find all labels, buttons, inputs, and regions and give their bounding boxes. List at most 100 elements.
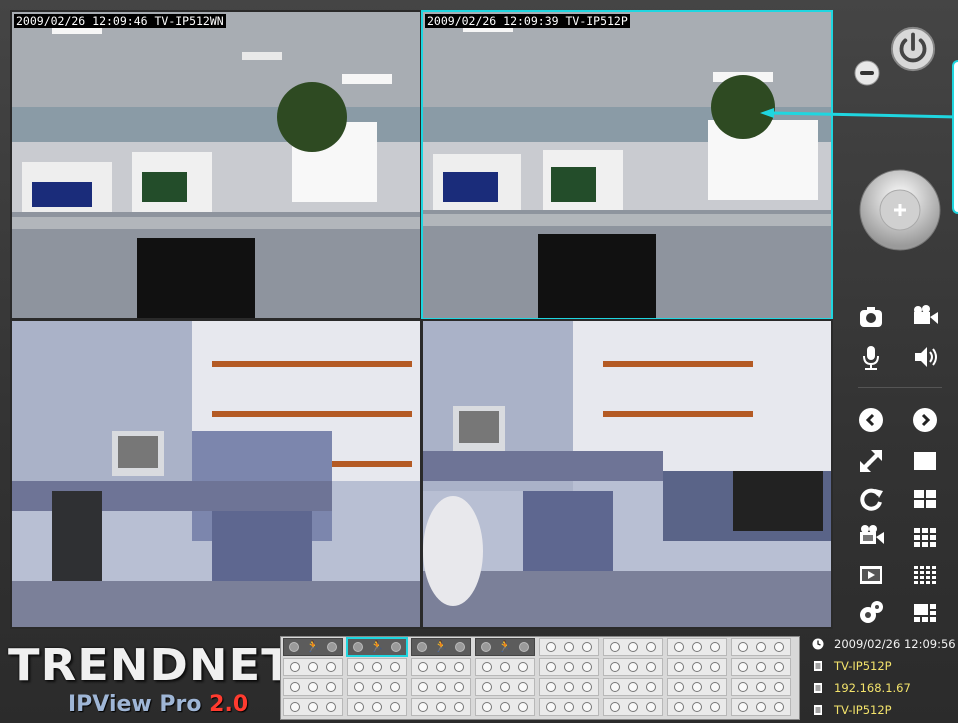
playback-button[interactable] [856, 522, 886, 552]
channel-slot[interactable] [603, 658, 663, 676]
channel-slot[interactable] [411, 658, 471, 676]
channel-dot-icon [610, 682, 620, 692]
channel-slot[interactable] [347, 678, 407, 696]
channel-slot[interactable] [667, 678, 727, 696]
trendnet-logo: TRENDnet IPView Pro 2.0 [6, 640, 293, 722]
status-ip: 192.168.1.67 [834, 681, 911, 695]
power-button[interactable] [888, 24, 938, 74]
channel-slot[interactable]: 🏃 [475, 638, 535, 656]
channel-dot-icon [628, 702, 638, 712]
camera-view-2[interactable]: 2009/02/26 12:09:39 TV-IP512P [421, 10, 833, 320]
channel-dot-icon [436, 662, 446, 672]
channel-slot[interactable] [731, 698, 791, 716]
layout-single-button[interactable] [910, 446, 940, 476]
channel-slot[interactable] [411, 698, 471, 716]
ptz-dial[interactable] [858, 168, 942, 252]
channel-dot-icon [518, 682, 528, 692]
layout-sixteen-button[interactable] [910, 560, 940, 590]
channel-slot[interactable] [539, 678, 599, 696]
camera-view-3[interactable] [10, 319, 422, 629]
channel-dot-icon [674, 682, 684, 692]
channel-slot[interactable] [283, 658, 343, 676]
speaker-button[interactable] [910, 342, 940, 372]
status-camera-name-row: TV-IP512P [812, 659, 892, 673]
channel-dot-icon [692, 662, 702, 672]
brand-name: TRENDnet [8, 640, 294, 691]
channel-slot[interactable] [667, 658, 727, 676]
channel-dot-icon [546, 682, 556, 692]
media-player-button[interactable] [856, 560, 886, 590]
snapshot-button[interactable] [856, 302, 886, 332]
channel-dot-icon [774, 682, 784, 692]
channel-dot-icon [738, 682, 748, 692]
layout-custom-button[interactable] [910, 598, 940, 628]
channel-slot[interactable] [731, 678, 791, 696]
channel-dot-icon [692, 682, 702, 692]
channel-dot-icon [436, 682, 446, 692]
layout-nine-button[interactable] [910, 522, 940, 552]
channel-slot[interactable] [283, 698, 343, 716]
settings-button[interactable] [856, 598, 886, 628]
channel-dot-icon [692, 702, 702, 712]
channel-dot-icon [756, 662, 766, 672]
fullscreen-button[interactable] [856, 446, 886, 476]
channel-dot-icon [756, 642, 766, 652]
channel-dot-icon [326, 662, 336, 672]
camera-view-1[interactable]: 2009/02/26 12:09:46 TV-IP512WN [10, 10, 422, 320]
channel-slot[interactable] [731, 638, 791, 656]
channel-slot[interactable] [475, 678, 535, 696]
channel-dot-icon [564, 682, 574, 692]
channel-dot-icon [354, 682, 364, 692]
ptz-arrow-indicator [760, 108, 958, 128]
film-reel-icon [860, 525, 884, 544]
channel-slot[interactable] [539, 658, 599, 676]
channel-dot-icon [518, 662, 528, 672]
channel-slot[interactable] [347, 698, 407, 716]
channel-dot-icon [628, 682, 638, 692]
channel-dot-icon [710, 662, 720, 672]
channel-slot[interactable]: 🏃 [346, 637, 408, 657]
channel-dot-icon [308, 682, 318, 692]
next-button[interactable] [910, 405, 940, 435]
channel-slot[interactable] [667, 698, 727, 716]
channel-slot[interactable] [411, 678, 471, 696]
channel-dot-icon [454, 702, 464, 712]
video-camera-icon [914, 305, 938, 324]
camera-view-4[interactable] [421, 319, 833, 629]
channel-slot[interactable] [539, 638, 599, 656]
channel-dot-icon [372, 682, 382, 692]
channel-slot[interactable] [475, 658, 535, 676]
channel-slot[interactable] [283, 678, 343, 696]
channel-slot[interactable] [603, 678, 663, 696]
quad-view-icon [914, 490, 936, 508]
channel-dot-icon [546, 642, 556, 652]
channel-slot[interactable] [731, 658, 791, 676]
previous-button[interactable] [856, 405, 886, 435]
channel-slot[interactable] [667, 638, 727, 656]
minimize-button[interactable] [852, 58, 882, 88]
layout-quad-button[interactable] [910, 484, 940, 514]
record-button[interactable] [910, 302, 940, 332]
channel-dot-icon [710, 642, 720, 652]
expand-icon [860, 450, 882, 472]
channel-dot-icon [308, 662, 318, 672]
channel-dot-icon [738, 702, 748, 712]
microphone-button[interactable] [856, 342, 886, 372]
channel-slot[interactable] [475, 698, 535, 716]
refresh-icon [860, 488, 883, 511]
document-icon [814, 683, 822, 693]
channel-dot-icon [692, 642, 702, 652]
channel-dot-icon [290, 702, 300, 712]
channel-dot-icon [546, 702, 556, 712]
channel-dot-icon [289, 642, 300, 652]
channel-dot-icon [354, 702, 364, 712]
channel-dot-icon [482, 702, 492, 712]
channel-dot-icon [390, 682, 400, 692]
channel-slot[interactable] [539, 698, 599, 716]
channel-slot[interactable] [603, 698, 663, 716]
channel-slot[interactable] [347, 658, 407, 676]
channel-slot[interactable] [603, 638, 663, 656]
channel-slot[interactable]: 🏃 [411, 638, 471, 656]
channel-slot[interactable]: 🏃 [283, 638, 343, 656]
refresh-button[interactable] [856, 484, 886, 514]
